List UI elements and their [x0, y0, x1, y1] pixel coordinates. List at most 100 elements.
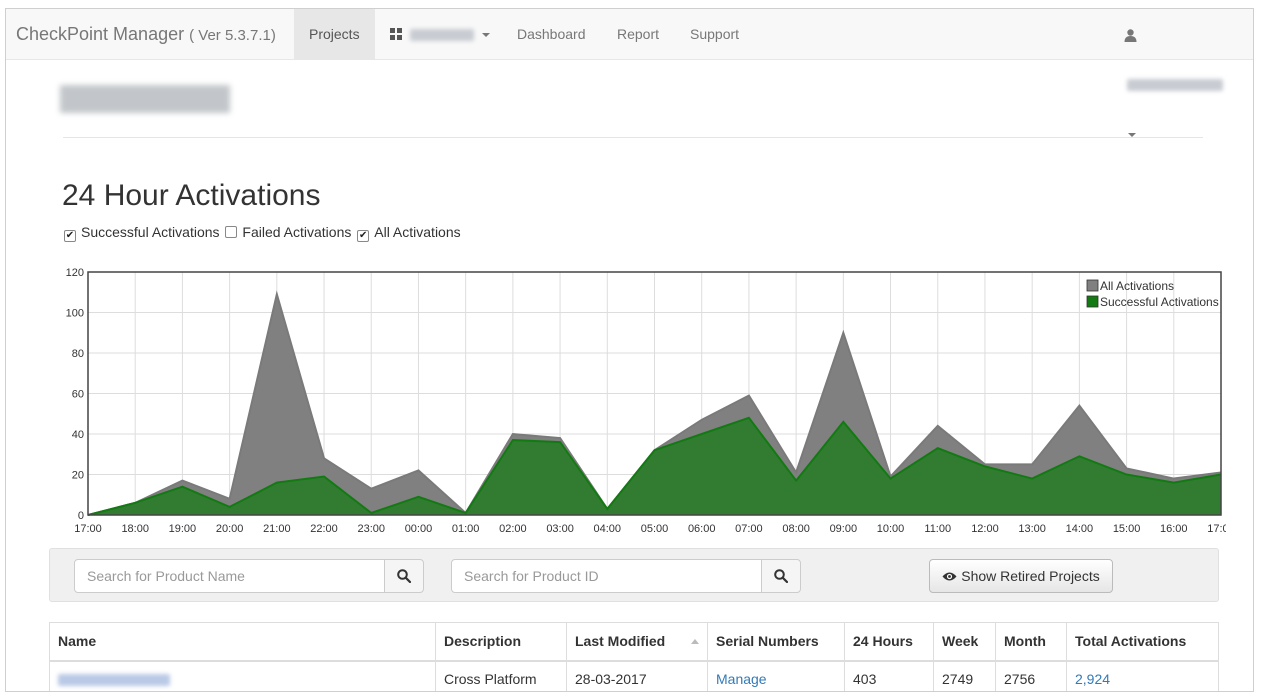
x-tick-label: 18:00 — [121, 523, 149, 535]
nav-support[interactable]: Support — [675, 9, 754, 59]
x-tick-label: 14:00 — [1066, 523, 1094, 535]
filter-failed-label: Failed Activations — [242, 224, 352, 240]
x-tick-label: 12:00 — [971, 523, 999, 535]
projects-table: Name Description Last Modified Serial Nu… — [49, 622, 1219, 691]
x-tick-label: 19:00 — [169, 523, 197, 535]
x-tick-label: 10:00 — [877, 523, 905, 535]
filter-all-label: All Activations — [374, 224, 461, 240]
nav-workspace-dropdown[interactable] — [375, 9, 505, 59]
x-tick-label: 11:00 — [924, 523, 951, 535]
checkbox-all[interactable]: ✔ — [357, 230, 370, 242]
x-tick-label: 15:00 — [1113, 523, 1141, 535]
legend-label: Successful Activations — [1100, 295, 1219, 309]
chevron-down-icon — [481, 33, 490, 38]
show-retired-projects-button[interactable]: Show Retired Projects — [929, 559, 1113, 593]
column-header-serial-numbers[interactable]: Serial Numbers — [707, 622, 845, 662]
product-name-search-button[interactable] — [384, 559, 424, 593]
filter-successful-label: Successful Activations — [81, 224, 220, 240]
x-tick-label: 13:00 — [1018, 523, 1046, 535]
nav-report[interactable]: Report — [602, 9, 674, 59]
y-tick-label: 120 — [66, 267, 84, 279]
legend-label: All Activations — [1100, 279, 1174, 293]
x-tick-label: 08:00 — [782, 523, 810, 535]
cell-total-activations: 2,924 — [1066, 660, 1219, 691]
product-id-search-input[interactable] — [451, 559, 762, 593]
x-tick-label: 16:00 — [1160, 523, 1188, 535]
x-tick-label: 03:00 — [546, 523, 574, 535]
user-icon — [1124, 29, 1137, 42]
legend-swatch — [1086, 279, 1099, 292]
redacted-project-heading — [60, 85, 230, 113]
activation-filters: ✔ Successful Activations Failed Activatio… — [64, 224, 463, 242]
show-retired-projects-label: Show Retired Projects — [961, 568, 1100, 584]
divider — [63, 137, 1203, 138]
x-tick-label: 00:00 — [405, 523, 433, 535]
checkbox-failed[interactable] — [225, 226, 238, 238]
column-header-last-modified[interactable]: Last Modified — [566, 622, 708, 662]
nav-dashboard[interactable]: Dashboard — [502, 9, 601, 59]
x-tick-label: 07:00 — [735, 523, 763, 535]
filter-failed[interactable]: Failed Activations — [225, 224, 351, 240]
brand[interactable]: CheckPoint Manager ( Ver 5.3.7.1) — [16, 24, 276, 45]
total-activations-link[interactable]: 2,924 — [1075, 671, 1110, 687]
nav-projects[interactable]: Projects — [294, 9, 375, 59]
y-tick-label: 0 — [78, 510, 84, 522]
y-tick-label: 40 — [72, 429, 84, 441]
cell-last-modified: 28-03-2017 — [566, 660, 708, 691]
user-menu-dropdown[interactable] — [1109, 9, 1253, 138]
legend-swatch — [1086, 295, 1099, 308]
table-header-row: Name Description Last Modified Serial Nu… — [49, 622, 1219, 662]
cell-name[interactable] — [49, 660, 436, 691]
activations-chart: 0 20 40 60 80 100 120 17:00 18:00 19:00 20:00 21:00… — [66, 267, 1226, 535]
cell-serial-numbers: Manage — [707, 660, 845, 691]
x-tick-label: 04:00 — [594, 523, 622, 535]
column-header-24-hours[interactable]: 24 Hours — [844, 622, 934, 662]
redacted-username — [1127, 79, 1223, 92]
redacted-project-name-link[interactable] — [58, 674, 170, 687]
sort-ascending-icon — [691, 639, 699, 644]
cell-description: Cross Platform — [435, 660, 567, 691]
column-header-name[interactable]: Name — [49, 622, 436, 662]
x-tick-label: 02:00 — [499, 523, 527, 535]
search-toolbar: Show Retired Projects — [49, 548, 1219, 602]
search-icon — [774, 569, 788, 583]
x-tick-label: 21:00 — [263, 523, 291, 535]
x-tick-label: 22:00 — [310, 523, 338, 535]
product-name-search — [74, 559, 424, 593]
filter-successful[interactable]: ✔ Successful Activations — [64, 224, 220, 242]
product-id-search-button[interactable] — [761, 559, 801, 593]
product-id-search — [451, 559, 801, 593]
product-name-search-input[interactable] — [74, 559, 385, 593]
x-tick-label: 09:00 — [830, 523, 858, 535]
x-tick-label: 05:00 — [641, 523, 669, 535]
column-header-total-activations[interactable]: Total Activations — [1066, 622, 1219, 662]
table-row: Cross Platform 28-03-2017 Manage 403 274… — [49, 660, 1219, 691]
x-tick-label: 17:00 — [74, 523, 102, 535]
x-tick-label: 17:00 — [1207, 523, 1226, 535]
eye-icon — [942, 572, 957, 580]
y-tick-label: 20 — [72, 470, 84, 482]
column-header-month[interactable]: Month — [995, 622, 1067, 662]
checkbox-successful[interactable]: ✔ — [64, 230, 76, 242]
y-tick-label: 60 — [72, 389, 84, 401]
cell-month: 2756 — [995, 660, 1067, 691]
x-tick-label: 06:00 — [688, 523, 716, 535]
brand-name[interactable]: CheckPoint Manager — [16, 24, 184, 44]
x-tick-label: 20:00 — [216, 523, 244, 535]
search-icon — [397, 569, 411, 583]
y-tick-label: 80 — [72, 348, 84, 360]
column-header-week[interactable]: Week — [933, 622, 996, 662]
column-header-last-modified-label: Last Modified — [575, 633, 666, 650]
x-tick-label: 23:00 — [357, 523, 385, 535]
column-header-description[interactable]: Description — [435, 622, 567, 662]
cell-week: 2749 — [933, 660, 996, 691]
manage-serial-numbers-link[interactable]: Manage — [716, 671, 767, 687]
redacted-workspace-name — [409, 29, 474, 42]
section-title: 24 Hour Activations — [62, 179, 321, 212]
filter-all[interactable]: ✔ All Activations — [357, 224, 461, 242]
x-tick-label: 01:00 — [452, 523, 480, 535]
grid-icon — [390, 28, 402, 41]
app-window: CheckPoint Manager ( Ver 5.3.7.1) Projec… — [5, 8, 1254, 692]
brand-version: ( Ver 5.3.7.1) — [189, 27, 276, 44]
navbar: CheckPoint Manager ( Ver 5.3.7.1) Projec… — [6, 9, 1253, 138]
